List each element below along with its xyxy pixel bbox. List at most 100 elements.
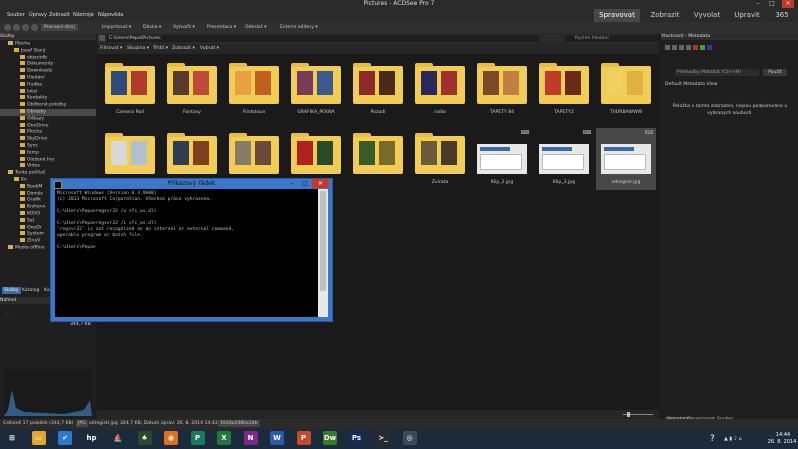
cmd-close-button[interactable]: ✕ [312,179,329,188]
folder-tree-item[interactable]: Josef Starý [0,47,96,55]
folder-tree-item[interactable]: temp [0,149,96,157]
cmd-scrollbar[interactable] [318,189,328,317]
cmd-scroll-thumb[interactable] [320,191,326,291]
taskbar-photoshop-icon[interactable]: Ps [349,431,364,445]
close-button[interactable]: ✕ [782,0,794,8]
folder-tree-item[interactable]: Hudba [0,81,96,89]
apply-button[interactable]: Použít [763,69,787,76]
taskbar-game-icon[interactable]: ♠ [137,431,152,445]
folder-tree-item[interactable]: Tento počítač [0,170,96,177]
refresh-icon[interactable] [31,24,38,31]
image-thumbnail[interactable]: JPG Klip_3.jpg [534,128,594,190]
taskbar-powerpoint-icon[interactable]: P [296,431,311,445]
back-icon[interactable] [4,24,11,31]
taskbar-hp-icon[interactable]: hp [84,431,99,445]
taskbar-start-icon[interactable]: ⊞ [5,431,19,445]
taskbar-firefox-icon[interactable]: ◉ [164,431,178,445]
folder-tree-item[interactable]: Dokumenty [0,61,96,68]
folder-tree-item[interactable]: Intel [0,88,96,96]
process-button[interactable]: Procesní stroj [41,24,78,31]
mode-vyvolat[interactable]: Vyvolat [688,9,726,22]
cmd-console[interactable]: Microsoft Windows [Version 6.3.9600] (c) … [55,189,318,317]
folder-tree-item[interactable]: Hledání [0,75,96,82]
tray-icons[interactable]: ▲ ▮ ♪ ⌂ [724,436,764,444]
folder-tree-item[interactable]: Uložené hry [0,156,96,164]
zoom-handle[interactable] [627,412,630,417]
taskbar-acdsee-icon[interactable]: ◎ [402,431,417,445]
tab-folders[interactable]: Složky [2,287,21,294]
group-menu[interactable]: Skupina ▾ [127,46,149,51]
taskbar-word-icon[interactable]: W [270,431,284,445]
mode-spravovat[interactable]: Spravovat [594,9,640,22]
batch-menu[interactable]: Dávka ▾ [143,24,161,31]
command-prompt-window[interactable]: Příkazový řádek – □ ✕ Microsoft Windows … [50,178,333,322]
path-input[interactable]: C:\Users\Pepa\Pictures [107,35,539,42]
folder-thumbnail[interactable]: radio [410,58,470,120]
folder-tree-label: temp [27,150,40,156]
sort-menu[interactable]: Třídit ▾ [153,46,168,51]
folder-tree-item[interactable]: Obrázky [0,109,96,116]
forward-icon[interactable] [13,24,20,31]
taskbar-dreamweaver-icon[interactable]: Dw [323,431,337,445]
folder-thumbnail[interactable]: Zvirata [410,128,470,190]
quick-search-input[interactable]: Rychlé hledání [565,35,663,42]
metadata-presets-dropdown[interactable]: Předvolby Metadat (Ctrl+M) [675,69,759,76]
folder-thumbnail[interactable]: Flintstoun [224,58,284,120]
folder-tree-item[interactable]: Plocha [0,41,96,48]
menu-upravy[interactable]: Úpravy [29,12,47,18]
image-thumbnail[interactable]: JPG Klip_2.jpg [472,128,532,190]
folder-thumbnail[interactable]: GRAFIKA_PEKNA [286,58,346,120]
folder-tree-item[interactable]: Videa [0,163,96,170]
cmd-minimize-button[interactable]: – [286,180,298,187]
menu-napoveda[interactable]: Nápověda [98,12,123,18]
taskbar-excel-icon[interactable]: X [217,431,231,445]
mode-upravit[interactable]: Upravit [728,9,766,22]
menu-zobrazit[interactable]: Zobrazit [49,12,70,18]
external-editors-menu[interactable]: Externí editory ▾ [280,24,318,31]
folder-tree-item[interactable]: objectdb [0,54,96,62]
menu-soubor[interactable]: Soubor [7,12,25,18]
folder-thumbnail[interactable]: TVORBAWWW [596,58,656,120]
taskbar-cmd-icon[interactable]: >_ [376,431,390,445]
image-thumbnail[interactable]: JPG odregistr.jpg [596,128,656,190]
folder-tree-item[interactable]: Oblíbené položky [0,102,96,109]
clock-time[interactable]: 14:44 [770,432,796,438]
folder-thumbnail[interactable]: TAPETY 84 [472,58,532,120]
send-menu[interactable]: Odeslat ▾ [245,24,266,31]
folder-thumbnail[interactable]: Fantasy [162,58,222,120]
filter-menu[interactable]: Filtrovat ▾ [100,46,122,51]
folder-tree-item[interactable]: Kontakty [0,95,96,102]
mode-365[interactable]: 365 [768,9,796,22]
folder-tree-item[interactable]: Downloads [0,68,96,75]
view-menu[interactable]: Zobrazit ▾ [172,46,195,51]
up-icon[interactable] [22,24,29,31]
select-menu[interactable]: Vybrat ▾ [200,46,219,51]
folder-tree-item[interactable]: SkyDrive [0,136,96,143]
menu-nastroje[interactable]: Nástroje [73,12,94,18]
help-icon[interactable]: ? [710,434,715,444]
cmd-maximize-button[interactable]: □ [299,180,311,187]
create-menu[interactable]: Vytvořit ▾ [173,24,195,31]
taskbar-onenote-icon[interactable]: N [243,431,258,445]
slideshow-menu[interactable]: Prezentace ▾ [207,24,236,31]
cmd-title-bar[interactable]: Příkazový řádek – □ ✕ [51,179,332,189]
folder-tree-item[interactable]: Plocha [0,129,96,136]
minimize-button[interactable]: – [752,0,764,8]
folder-thumbnail[interactable]: Pozadí [348,58,408,120]
taskbar-check-icon[interactable]: ✔ [58,431,72,445]
folder-thumbnail[interactable]: TAPETY2 [534,58,594,120]
maximize-button[interactable]: □ [766,0,778,8]
folder-tree-item[interactable]: OneDrive [0,122,96,130]
metadata-view[interactable]: Default Metadata View [665,82,717,87]
taskbar-ship-icon[interactable]: ⛵ [111,431,125,445]
import-menu[interactable]: Importovat ▾ [102,24,131,31]
taskbar-explorer-icon[interactable]: ▭ [31,431,46,445]
mode-zobrazit[interactable]: Zobrazit [644,9,686,22]
folder-tree-item[interactable]: Sync [0,143,96,150]
folder-thumbnail[interactable] [348,128,408,190]
taskbar-publisher-icon[interactable]: P [190,431,205,445]
tab-catalog[interactable]: Katalog [20,287,41,294]
folder-tree-item[interactable]: Odkazy [0,115,96,123]
folder-thumbnail[interactable]: Camera Roll [100,58,160,120]
clock-date[interactable]: 26. 8. 2014 [766,439,798,445]
